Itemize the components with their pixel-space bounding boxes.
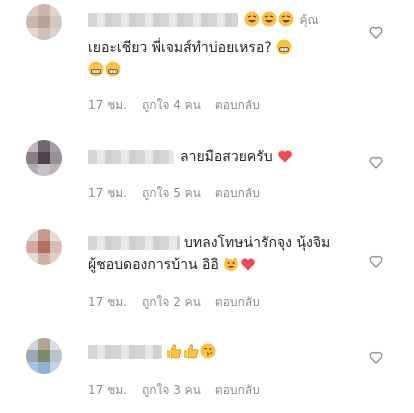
comment-text-line: เยอะเชียว พี่เจมส์ทำบ่อยเหรอ?: [88, 40, 272, 56]
username[interactable]: [88, 345, 162, 359]
thumbs-up-emoji: [167, 344, 182, 359]
rolling-laughing-emoji: [244, 11, 260, 27]
comment: 17 ชม. ถูกใจ 3 คน ตอบกลับ: [0, 328, 414, 413]
comment-text: เยอะเชียว พี่เจมส์ทำบ่อยเหรอ?: [88, 38, 293, 58]
comment: คุ้ณ เยอะเชียว พี่เจมส์ทำบ่อยเหรอ? 17 ชม…: [0, 0, 414, 112]
comment-text: บทลงโทษน่ารักจุง นุ้งจิม: [184, 233, 330, 253]
red-heart-emoji: [241, 258, 255, 271]
heart-outline-icon[interactable]: [368, 154, 384, 170]
comment-emoji-line: คุ้ณ: [244, 10, 319, 30]
comment: ลายมือสวยครับ 17 ชม. ถูกใจ 5 คน ตอบกลับ: [0, 130, 414, 210]
comment-meta: 17 ชม. ถูกใจ 4 คน ตอบกลับ: [88, 96, 260, 115]
comment-text-line: ผู้ชอบดองการบ้าน อิอิ: [88, 257, 219, 273]
comment-time[interactable]: 17 ชม.: [88, 293, 127, 312]
rolling-laughing-emoji: [261, 11, 277, 27]
face-blowing-kiss-emoji: [200, 343, 216, 359]
comment-time[interactable]: 17 ชม.: [88, 381, 127, 400]
thumbs-up-emoji: [184, 344, 199, 359]
rolling-laughing-emoji: [278, 11, 294, 27]
reply-button[interactable]: ตอบกลับ: [215, 96, 260, 115]
heart-outline-icon[interactable]: [368, 349, 384, 365]
reply-button[interactable]: ตอบกลับ: [215, 381, 260, 400]
username[interactable]: [88, 13, 238, 27]
comment-time[interactable]: 17 ชม.: [88, 96, 127, 115]
avatar[interactable]: [26, 338, 62, 374]
heart-outline-icon[interactable]: [368, 24, 384, 40]
like-count[interactable]: ถูกใจ 2 คน: [142, 293, 201, 312]
comment-text: ผู้ชอบดองการบ้าน อิอิ: [88, 255, 257, 275]
comment-text-line: ลายมือสวยครับ: [180, 149, 273, 165]
comment-emoji-line: [88, 60, 122, 80]
comment-text-line: บทลงโทษน่ารักจุง นุ้งจิม: [184, 235, 331, 251]
comment-trailing-text: คุ้ณ: [299, 13, 319, 27]
avatar[interactable]: [26, 140, 62, 176]
avatar[interactable]: [26, 229, 62, 265]
comment: บทลงโทษน่ารักจุง นุ้งจิม ผู้ชอบดองการบ้า…: [0, 222, 414, 322]
comment-meta: 17 ชม. ถูกใจ 3 คน ตอบกลับ: [88, 381, 260, 400]
comment-meta: 17 ชม. ถูกใจ 2 คน ตอบกลับ: [88, 293, 260, 312]
sparkling-heart-emoji: [278, 149, 292, 163]
reply-button[interactable]: ตอบกลับ: [215, 293, 260, 312]
username[interactable]: [88, 236, 180, 250]
reply-button[interactable]: ตอบกลับ: [215, 184, 260, 203]
like-count[interactable]: ถูกใจ 5 คน: [142, 184, 201, 203]
like-count[interactable]: ถูกใจ 3 คน: [142, 381, 201, 400]
comment-emoji-line: [166, 342, 217, 362]
comment-time[interactable]: 17 ชม.: [88, 184, 127, 203]
like-count[interactable]: ถูกใจ 4 คน: [142, 96, 201, 115]
grinning-cat-emoji: [224, 256, 239, 271]
grimacing-emoji: [88, 61, 104, 77]
avatar[interactable]: [26, 4, 62, 40]
comment-text: ลายมือสวยครับ: [180, 147, 294, 167]
grimacing-emoji: [276, 39, 292, 55]
grimacing-emoji: [105, 61, 121, 77]
username[interactable]: [88, 150, 174, 164]
heart-outline-icon[interactable]: [368, 253, 384, 269]
comment-meta: 17 ชม. ถูกใจ 5 คน ตอบกลับ: [88, 184, 260, 203]
